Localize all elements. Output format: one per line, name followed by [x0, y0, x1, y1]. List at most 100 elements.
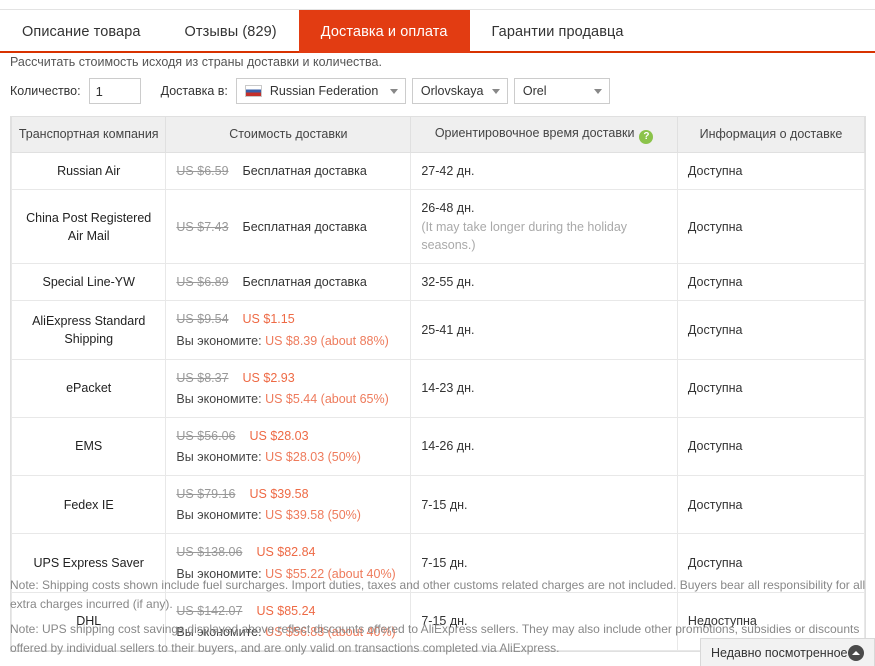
quantity-input[interactable] [88, 78, 141, 104]
tab-label: Отзывы (829) [184, 23, 277, 40]
cell-availability: Доступна [676, 358, 866, 418]
cost-line: US $56.06 US $28.03 [176, 427, 400, 445]
cost-line: US $79.16 US $39.58 [176, 485, 400, 503]
old-price: US $8.37 [176, 370, 229, 385]
tab-label: Гарантии продавца [491, 23, 624, 40]
savings-line: Вы экономите: US $8.39 (about 88%) [176, 332, 400, 350]
cell-company: ePacket [10, 358, 167, 418]
cell-company: Special Line-YW [10, 263, 167, 302]
delivery-time-main: 27-42 дн. [421, 164, 475, 178]
tab-0[interactable]: Описание товара [0, 10, 163, 53]
old-price: US $138.06 [176, 545, 243, 560]
cell-company: China Post Registered Air Mail [10, 189, 167, 265]
chevron-up-circle-icon[interactable] [848, 644, 864, 661]
cell-delivery-time: 32-55 дн. [410, 263, 678, 302]
top-divider-strip [0, 0, 875, 10]
cell-delivery-time: 26-48 дн. (It may take longer during the … [410, 189, 678, 265]
new-price: US $2.93 [242, 370, 295, 385]
cell-cost: US $79.16 US $39.58 Вы экономите: US $39.5… [165, 475, 412, 535]
savings-line: Вы экономите: US $39.58 (50%) [176, 506, 400, 524]
cell-delivery-time: 14-26 дн. [410, 416, 678, 477]
cost-line: US $138.06 US $82.84 [176, 543, 400, 561]
chevron-down-icon [389, 89, 398, 94]
recently-viewed-widget[interactable]: Недавно посмотренное [700, 638, 875, 666]
old-price: US $9.54 [176, 312, 229, 327]
old-price: US $56.06 [176, 428, 236, 443]
cell-cost: US $6.59 Бесплатная доставка [165, 151, 412, 191]
product-tab-bar: Описание товара Отзывы (829) Доставка и оп… [0, 10, 875, 53]
tab-2[interactable]: Доставка и оплата [298, 10, 470, 53]
tab-3[interactable]: Гарантии продавца [470, 10, 646, 53]
recently-viewed-label: Недавно посмотренное [711, 645, 848, 660]
cell-availability: Доступна [676, 189, 866, 265]
delivery-time-main: 14-26 дн. [421, 439, 475, 454]
tab-label: Описание товара [22, 23, 141, 40]
delivery-time-main: 14-23 дн. [421, 381, 475, 396]
delivery-time-main: 25-41 дн. [421, 322, 475, 337]
free-shipping-label: Бесплатная доставка [242, 219, 367, 234]
cell-delivery-time: 27-42 дн. [410, 151, 678, 191]
chevron-down-icon [593, 89, 602, 94]
cell-availability: Доступна [676, 151, 866, 191]
cost-line: US $8.37 US $2.93 [176, 369, 400, 387]
cell-company: AliExpress Standard Shipping [10, 300, 167, 360]
header-info: Информация о доставке [676, 116, 866, 153]
table-row: Russian Air US $6.59 Бесплатная доставка 27… [10, 151, 866, 191]
cell-delivery-time: 7-15 дн. [410, 475, 678, 535]
header-company: Транспортная компания [10, 116, 167, 153]
cell-availability: Доступна [676, 263, 866, 302]
free-shipping-label: Бесплатная доставка [242, 164, 367, 178]
old-price: US $79.16 [176, 487, 236, 502]
cell-cost: US $7.43 Бесплатная доставка [165, 189, 412, 265]
region-select[interactable]: Orlovskaya [411, 78, 508, 104]
cell-cost: US $8.37 US $2.93 Вы экономите: US $5.44 (… [165, 358, 412, 418]
old-price: US $6.59 [176, 164, 229, 178]
shipping-methods-table: Транспортная компания Стоимость доставки… [10, 116, 866, 651]
ship-to-label: Доставка в: [160, 84, 228, 98]
russia-flag-icon [244, 85, 262, 97]
tab-label: Доставка и оплата [320, 23, 448, 40]
quantity-label: Количество: [10, 84, 81, 98]
old-price: US $6.89 [176, 275, 229, 290]
delivery-time-main: 7-15 дн. [421, 555, 468, 570]
table-row: Special Line-YW US $6.89 Бесплатная достав… [10, 263, 866, 302]
delivery-time-main: 26-48 дн. [421, 201, 475, 216]
table-row: ePacket US $8.37 US $2.93 Вы экономите: US … [10, 358, 866, 418]
free-shipping-label: Бесплатная доставка [242, 275, 367, 290]
city-select[interactable]: Orel [513, 78, 610, 104]
savings-prefix: Вы экономите: [176, 508, 262, 523]
shipping-table-wrap: Транспортная компания Стоимость доставки… [10, 116, 866, 652]
chevron-down-icon [491, 89, 500, 94]
cell-availability: Доступна [676, 300, 866, 360]
city-select-value: Orel [522, 84, 547, 98]
cost-line: US $6.89 Бесплатная доставка [176, 273, 400, 291]
cell-availability: Доступна [676, 416, 866, 477]
table-header-row: Транспортная компания Стоимость доставки… [10, 116, 866, 153]
cost-line: US $6.59 Бесплатная доставка [176, 162, 400, 180]
header-time: Ориентировочное время доставки? [410, 116, 678, 153]
shipping-calculator-controls: Количество: Доставка в: Russian Federati… [10, 78, 616, 104]
cell-cost: US $6.89 Бесплатная доставка [165, 263, 412, 302]
country-select-value: Russian Federation [269, 84, 379, 98]
table-row: China Post Registered Air Mail US $7.43 Бе… [10, 189, 866, 265]
table-row: AliExpress Standard Shipping US $9.54 US $… [10, 300, 866, 360]
new-price: US $39.58 [249, 487, 309, 502]
savings-value: US $8.39 (about 88%) [265, 333, 389, 348]
savings-line: Вы экономите: US $5.44 (about 65%) [176, 390, 400, 408]
table-row: EMS US $56.06 US $28.03 Вы экономите: US $2… [10, 416, 866, 477]
table-row: Fedex IE US $79.16 US $39.58 Вы экономите: … [10, 475, 866, 535]
country-select[interactable]: Russian Federation [235, 78, 406, 104]
delivery-time-main: 7-15 дн. [421, 497, 468, 512]
tab-1[interactable]: Отзывы (829) [163, 10, 299, 53]
new-price: US $28.03 [249, 428, 309, 443]
new-price: US $1.15 [242, 312, 295, 327]
calc-note: Рассчитать стоимость исходя из страны до… [10, 55, 382, 69]
savings-value: US $5.44 (about 65%) [265, 391, 389, 406]
savings-value: US $39.58 (50%) [265, 508, 361, 523]
new-price: US $82.84 [256, 545, 316, 560]
header-time-label: Ориентировочное время доставки [434, 126, 635, 140]
cell-company: Fedex IE [10, 475, 167, 535]
help-icon[interactable]: ? [639, 130, 654, 144]
savings-value: US $28.03 (50%) [265, 450, 361, 464]
cost-line: US $7.43 Бесплатная доставка [176, 218, 400, 236]
